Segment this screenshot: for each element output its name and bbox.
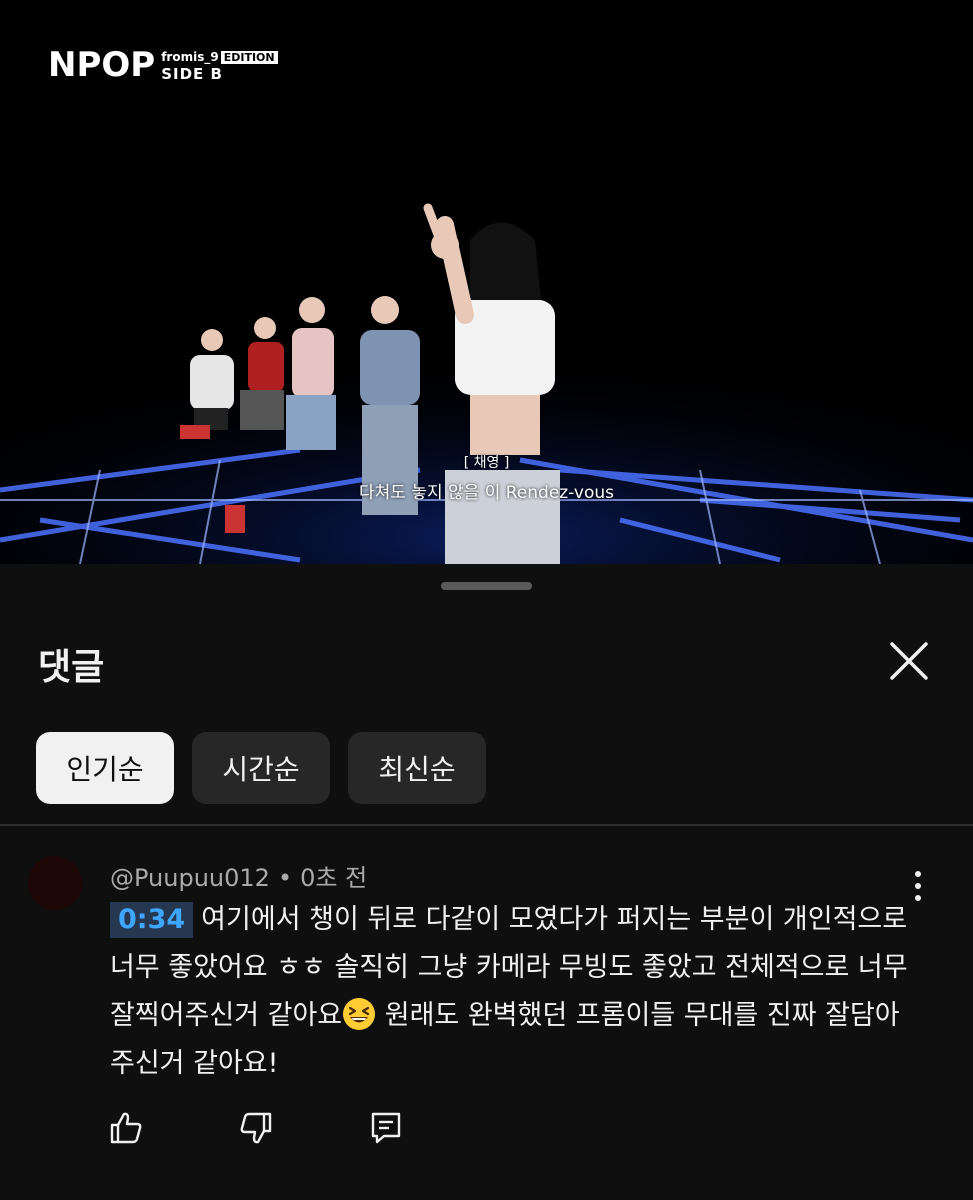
sort-chips: 인기순 시간순 최신순 <box>36 732 486 804</box>
close-icon <box>890 642 928 680</box>
comment-time: 0초 전 <box>300 864 368 892</box>
reply-button[interactable] <box>368 1110 404 1146</box>
comment-text: 0:34 여기에서 챙이 뒤로 다같이 모였다가 퍼지는 부분이 개인적으로 너무… <box>110 896 910 1088</box>
video-player[interactable]: NPOP fromis_9 EDITION SIDE B [ 채영 ] 다쳐도 … <box>0 0 973 564</box>
logo-edition: EDITION <box>220 50 278 64</box>
comment-actions <box>108 1110 404 1146</box>
sort-chip-newest[interactable]: 최신순 <box>348 732 486 804</box>
comment-meta: @Puupuu012 • 0초 전 <box>110 858 367 893</box>
meta-separator: • <box>277 864 293 892</box>
sort-chip-popular[interactable]: 인기순 <box>36 732 174 804</box>
sort-chip-time[interactable]: 시간순 <box>192 732 330 804</box>
logo-fromis: fromis_9 <box>161 50 219 64</box>
close-button[interactable] <box>886 638 932 684</box>
comment-author[interactable]: @Puupuu012 <box>110 864 270 892</box>
dislike-button[interactable] <box>238 1110 274 1146</box>
comment-item: @Puupuu012 • 0초 전 0:34 여기에서 챙이 뒤로 다같이 모였다가 … <box>0 826 973 1200</box>
drag-handle[interactable] <box>441 582 532 590</box>
like-button[interactable] <box>108 1110 144 1146</box>
panel-title: 댓글 <box>38 647 105 688</box>
channel-logo: NPOP fromis_9 EDITION SIDE B <box>48 48 278 82</box>
caption-line: 다쳐도 놓지 않을 이 Rendez-vous <box>359 483 614 503</box>
caption-speaker: [ 채영 ] <box>463 455 510 471</box>
logo-npop: NPOP <box>48 45 156 85</box>
reply-icon <box>371 1112 401 1144</box>
thumbs-up-icon <box>110 1112 142 1144</box>
thumbs-down-icon <box>240 1112 272 1144</box>
grinning-squinting-face-emoji <box>343 998 376 1030</box>
timestamp-link[interactable]: 0:34 <box>110 902 194 938</box>
logo-side-b: SIDE B <box>161 65 223 83</box>
comments-panel: 댓글 인기순 시간순 최신순 @Puupuu012 • 0초 전 0:34 여기에서 … <box>0 564 973 1200</box>
avatar[interactable] <box>28 856 82 910</box>
